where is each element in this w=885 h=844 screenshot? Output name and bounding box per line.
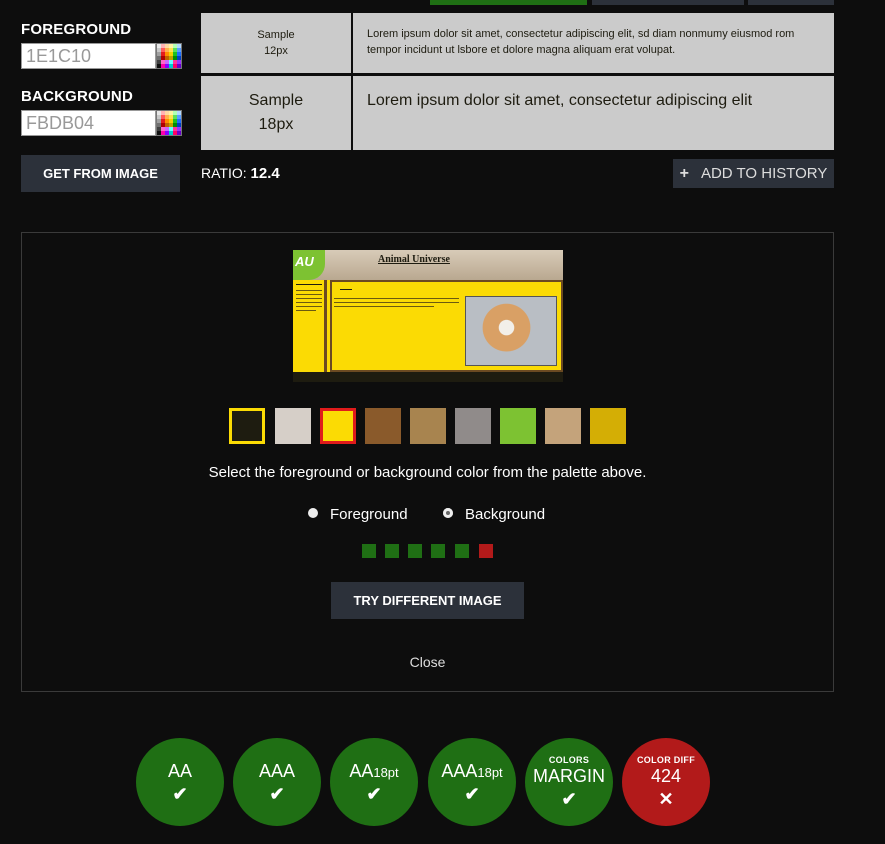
badge-main: 424 bbox=[651, 765, 681, 789]
preview-text-line bbox=[334, 302, 459, 303]
check-icon: ✔ bbox=[269, 784, 285, 804]
close-link[interactable]: Close bbox=[0, 654, 855, 670]
palette-swatch[interactable] bbox=[229, 408, 265, 444]
badge-main-text: AA bbox=[167, 761, 192, 781]
background-radio[interactable] bbox=[443, 508, 453, 518]
sample-18px-label: Sample bbox=[248, 92, 304, 109]
result-dot bbox=[479, 544, 493, 558]
add-to-history-button[interactable]: + ADD TO HISTORY bbox=[673, 159, 834, 188]
badge-main: AA bbox=[168, 760, 192, 784]
preview-dog-photo bbox=[465, 296, 557, 366]
foreground-radio[interactable] bbox=[308, 508, 318, 518]
badge-top: COLOR DIFF bbox=[637, 755, 695, 765]
foreground-radio-label[interactable]: Foreground bbox=[330, 506, 408, 523]
badge-main-text: AAA bbox=[258, 761, 296, 781]
cross-icon: ✕ bbox=[658, 789, 674, 809]
top-tab-1[interactable] bbox=[430, 0, 587, 5]
check-icon: ✔ bbox=[366, 784, 382, 804]
sample-12px-label: Sample bbox=[257, 29, 295, 41]
palette-swatch[interactable] bbox=[590, 408, 626, 444]
badge-main: AA18pt bbox=[349, 760, 398, 784]
ratio-value: 12.4 bbox=[250, 165, 280, 182]
picker-cell[interactable] bbox=[177, 131, 181, 135]
palette-swatch[interactable] bbox=[320, 408, 356, 444]
preview-sidebar-line bbox=[296, 294, 322, 295]
result-dot bbox=[385, 544, 399, 558]
badge-aa-18pt: AA18pt ✔ bbox=[330, 738, 418, 826]
top-tab-2[interactable] bbox=[592, 0, 744, 5]
palette-swatch[interactable] bbox=[455, 408, 491, 444]
badge-main: AAA18pt bbox=[441, 760, 502, 784]
plus-icon: + bbox=[679, 164, 689, 182]
check-icon: ✔ bbox=[172, 784, 188, 804]
badge-sup: 18pt bbox=[477, 765, 503, 780]
preview-footer bbox=[293, 372, 563, 382]
add-to-history-label: ADD TO HISTORY bbox=[700, 165, 828, 182]
background-palette-icon[interactable] bbox=[156, 110, 182, 136]
palette-swatch[interactable] bbox=[275, 408, 311, 444]
preview-text-line bbox=[334, 306, 434, 307]
try-different-image-button[interactable]: TRY DIFFERENT IMAGE bbox=[331, 582, 524, 619]
preview-sidebar-line bbox=[296, 290, 322, 291]
result-dot bbox=[455, 544, 469, 558]
preview-sidebar-line bbox=[296, 310, 316, 311]
background-label: BACKGROUND bbox=[21, 88, 133, 105]
preview-home-line bbox=[340, 289, 352, 290]
badge-top: COLORS bbox=[548, 755, 590, 765]
badge-main-text: AA bbox=[349, 761, 374, 781]
badge-aaa: AAA ✔ bbox=[233, 738, 321, 826]
check-icon: ✔ bbox=[561, 789, 577, 809]
foreground-label: FOREGROUND bbox=[21, 21, 132, 38]
sample-12px-size: 12px bbox=[264, 45, 288, 57]
ratio-label: RATIO: bbox=[201, 165, 247, 181]
palette-swatch[interactable] bbox=[500, 408, 536, 444]
palette-swatch[interactable] bbox=[410, 408, 446, 444]
picker-cell[interactable] bbox=[177, 64, 181, 68]
check-icon: ✔ bbox=[464, 784, 480, 804]
sample-12px: Sample 12px bbox=[201, 13, 351, 73]
uploaded-image-preview: Animal Universe AU bbox=[293, 250, 563, 382]
sample-18px-size: 18px bbox=[258, 116, 294, 133]
preview-text-line bbox=[334, 298, 459, 299]
badge-main-text: MARGIN bbox=[533, 766, 605, 786]
badge-sup: 18pt bbox=[373, 765, 399, 780]
badge-main: AAA bbox=[259, 760, 295, 784]
result-dot bbox=[362, 544, 376, 558]
badge-color-diff: COLOR DIFF 424 ✕ bbox=[622, 738, 710, 826]
badge-main-text: 424 bbox=[650, 766, 682, 786]
get-from-image-button[interactable]: GET FROM IMAGE bbox=[21, 155, 180, 192]
foreground-palette-icon[interactable] bbox=[156, 43, 182, 69]
preview-logo-text: AU bbox=[295, 254, 314, 269]
top-tab-3[interactable] bbox=[748, 0, 834, 5]
foreground-input[interactable] bbox=[21, 43, 156, 69]
badge-main-text: AAA bbox=[441, 761, 478, 781]
result-dot bbox=[431, 544, 445, 558]
badge-aaa-18pt: AAA18pt ✔ bbox=[428, 738, 516, 826]
result-dot bbox=[408, 544, 422, 558]
sample-18px: Sample 18px bbox=[201, 76, 351, 150]
sample-text-large: Lorem ipsum dolor sit amet, consectetur … bbox=[353, 76, 834, 150]
palette-swatch[interactable] bbox=[545, 408, 581, 444]
badge-colors-margin: COLORS MARGIN ✔ bbox=[525, 738, 613, 826]
sample-text-small: Lorem ipsum dolor sit amet, consectetur … bbox=[353, 13, 834, 73]
preview-sidebar-line bbox=[296, 298, 322, 299]
preview-sidebar-line bbox=[296, 306, 322, 307]
palette-swatch[interactable] bbox=[365, 408, 401, 444]
background-input[interactable] bbox=[21, 110, 156, 136]
contrast-ratio: RATIO: 12.4 bbox=[201, 165, 280, 182]
preview-title: Animal Universe bbox=[378, 254, 450, 265]
badge-main: MARGIN bbox=[533, 765, 605, 789]
preview-sidebar-line bbox=[296, 284, 322, 285]
palette-hint: Select the foreground or background colo… bbox=[208, 464, 647, 481]
background-radio-label[interactable]: Background bbox=[465, 506, 545, 523]
badge-aa: AA ✔ bbox=[136, 738, 224, 826]
preview-sidebar-line bbox=[296, 302, 322, 303]
